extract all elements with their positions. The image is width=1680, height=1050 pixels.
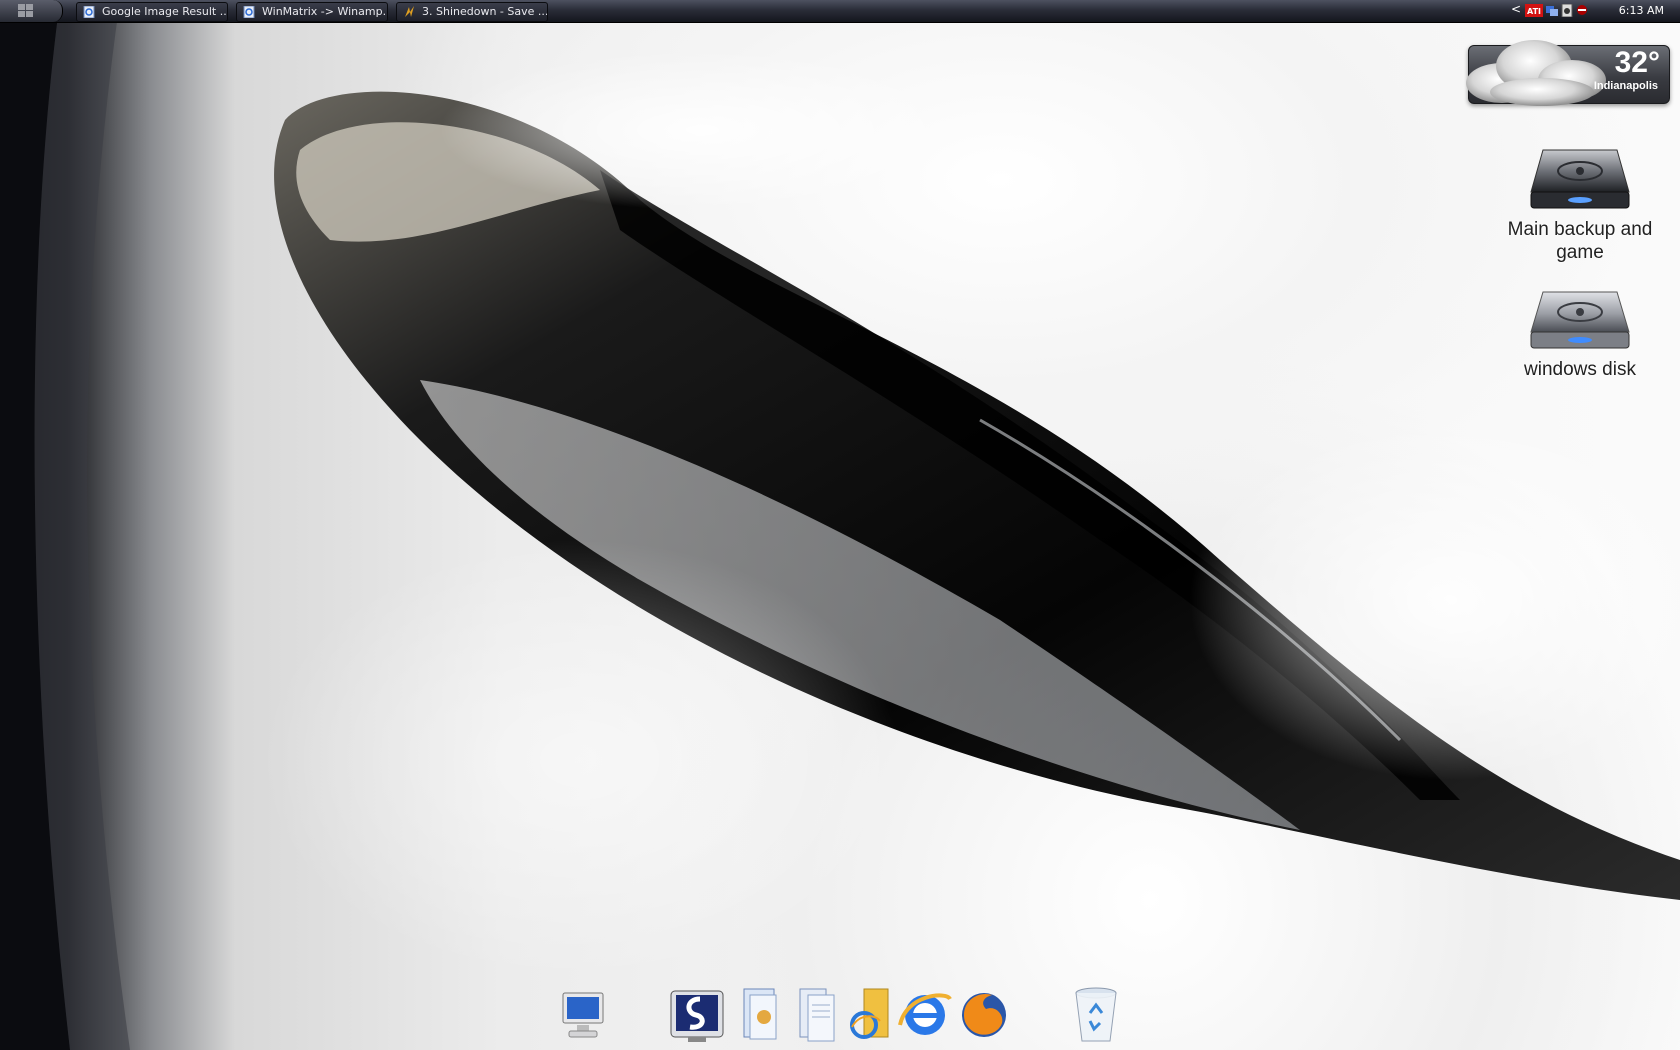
desktop-icon-label: Main backup and game [1507, 219, 1653, 263]
desktop-icon-label: windows disk [1524, 359, 1636, 380]
desktop-icon-windows-disk[interactable]: windows disk [1490, 286, 1670, 381]
folder-ie-icon[interactable] [844, 985, 894, 1045]
task-winmatrix[interactable]: WinMatrix -> Winamp... [236, 2, 388, 22]
clock[interactable]: 6:13 AM [1619, 0, 1664, 22]
svg-text:ATI: ATI [1527, 7, 1541, 16]
desktop-wallpaper [0, 0, 1680, 1050]
winamp-icon [405, 6, 414, 17]
ati-icon[interactable]: ATI [1525, 4, 1543, 17]
ie-page-icon [243, 6, 255, 18]
desktop-icon-main-backup[interactable]: Main backup and game [1490, 140, 1670, 264]
tray-expand-chevron[interactable]: < [1511, 2, 1521, 16]
firefox-icon[interactable] [956, 985, 1012, 1045]
task-google-image-result[interactable]: Google Image Result ... [76, 2, 228, 22]
device-icon[interactable] [1561, 4, 1573, 17]
hard-drive-icon [1530, 291, 1630, 349]
internet-explorer-icon[interactable] [896, 985, 954, 1045]
recycle-bin-icon[interactable] [1068, 985, 1124, 1047]
task-label: WinMatrix -> Winamp... [262, 5, 388, 18]
cloud-icon [1466, 40, 1606, 106]
task-shinedown[interactable]: 3. Shinedown - Save ... [396, 2, 548, 22]
system-tray: < ATI 6:13 AM [1505, 0, 1680, 22]
start-button[interactable] [0, 0, 63, 22]
temperature: 32° [1614, 46, 1660, 79]
my-computer-icon[interactable] [555, 985, 611, 1045]
weather-widget[interactable]: 32° Indianapolis [1462, 28, 1672, 110]
hard-drive-icon [1530, 149, 1630, 209]
network-icon[interactable] [1545, 4, 1559, 17]
stardock-icon[interactable] [668, 985, 726, 1045]
windows-logo-icon [18, 4, 33, 17]
city-name: Indianapolis [1593, 80, 1658, 92]
dock [0, 985, 1680, 1050]
documents-icon[interactable] [736, 985, 786, 1045]
task-label: 3. Shinedown - Save ... [422, 5, 548, 18]
task-label: Google Image Result ... [102, 5, 228, 18]
taskbar: Google Image Result ... WinMatrix -> Win… [0, 0, 1680, 23]
ie-page-icon [83, 6, 95, 18]
antivirus-icon[interactable] [1575, 4, 1589, 17]
files-icon[interactable] [792, 985, 842, 1045]
